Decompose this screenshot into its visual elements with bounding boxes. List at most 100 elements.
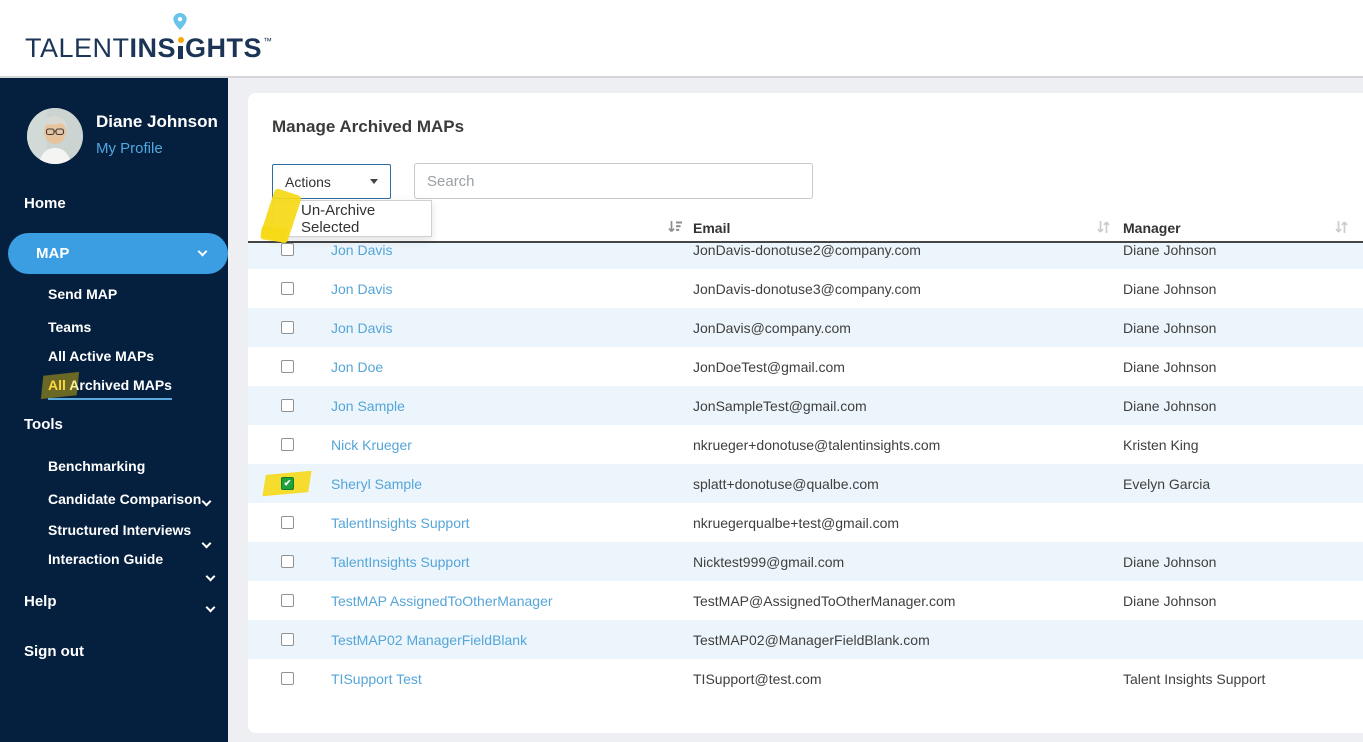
table-row: Jon Davis JonDavis-donotuse3@company.com… <box>248 269 1363 308</box>
manager-cell: Diane Johnson <box>1123 280 1217 297</box>
archived-maps-table: Name Email <box>248 215 1363 698</box>
manager-cell: Talent Insights Support <box>1123 670 1266 687</box>
email-cell: JonDavis-donotuse3@company.com <box>693 280 921 297</box>
sidebar-item-sign-out[interactable]: Sign out <box>24 643 84 660</box>
map-name-link[interactable]: Jon Sample <box>331 398 693 414</box>
table-row: TestMAP02 ManagerFieldBlank TestMAP02@Ma… <box>248 620 1363 659</box>
map-name-link[interactable]: TestMAP AssignedToOtherManager <box>331 593 693 609</box>
search-input[interactable] <box>414 163 813 199</box>
user-name: Diane Johnson <box>96 112 218 131</box>
email-cell: TISupport@test.com <box>693 670 822 687</box>
map-name-link[interactable]: Jon Davis <box>331 281 693 297</box>
logo-text-bold-pre: INS <box>129 33 177 63</box>
chevron-down-icon <box>197 246 208 257</box>
sidebar-item-candidate-comparison[interactable]: Candidate Comparison <box>48 491 201 507</box>
email-cell: TestMAP@AssignedToOtherManager.com <box>693 592 956 609</box>
row-checkbox[interactable] <box>281 282 294 295</box>
map-name-link[interactable]: TestMAP02 ManagerFieldBlank <box>331 632 693 648</box>
row-checkbox[interactable] <box>281 360 294 373</box>
row-checkbox[interactable] <box>281 672 294 685</box>
sidebar-item-teams[interactable]: Teams <box>48 319 91 335</box>
dropdown-caret-icon <box>370 179 378 184</box>
table-row: Jon Sample JonSampleTest@gmail.com Diane… <box>248 386 1363 425</box>
map-name-link[interactable]: TISupport Test <box>331 671 693 687</box>
sidebar-item-home[interactable]: Home <box>24 195 66 212</box>
table-row: Nick Krueger nkrueger+donotuse@talentins… <box>248 425 1363 464</box>
manager-cell: Kristen King <box>1123 436 1199 453</box>
sidebar-item-send-map[interactable]: Send MAP <box>48 286 117 302</box>
email-cell: JonSampleTest@gmail.com <box>693 397 867 414</box>
sidebar-item-all-archived-maps[interactable]: All Archived MAPs <box>40 371 172 400</box>
sidebar-item-benchmarking[interactable]: Benchmarking <box>48 458 145 474</box>
menu-item-unarchive-selected[interactable]: Un-Archive Selected <box>301 202 431 236</box>
row-checkbox-checked[interactable]: ✔ <box>281 477 294 490</box>
map-name-link[interactable]: Jon Doe <box>331 359 693 375</box>
logo-i-dot <box>178 37 185 43</box>
map-name-link[interactable]: Nick Krueger <box>331 437 693 453</box>
main-content: Manage Archived MAPs Actions Un-Archive … <box>228 80 1363 742</box>
row-checkbox[interactable] <box>281 633 294 646</box>
email-cell: JonDoeTest@gmail.com <box>693 358 845 375</box>
map-name-link[interactable]: TalentInsights Support <box>331 515 693 531</box>
manager-cell: Diane Johnson <box>1123 358 1217 375</box>
all-archived-maps-label: All Archived MAPs <box>40 371 172 400</box>
content-card: Manage Archived MAPs Actions Un-Archive … <box>248 93 1363 733</box>
manager-cell: Diane Johnson <box>1123 243 1217 258</box>
sidebar-item-all-active-maps[interactable]: All Active MAPs <box>48 348 154 364</box>
trademark-symbol: ™ <box>263 36 273 46</box>
sidebar: Diane Johnson My Profile Home MAP Send M… <box>0 78 228 742</box>
email-cell: nkrueger+donotuse@talentinsights.com <box>693 436 941 453</box>
row-checkbox[interactable] <box>281 516 294 529</box>
check-icon: ✔ <box>283 478 292 488</box>
header-manager[interactable]: Manager <box>1123 215 1363 241</box>
map-name-link[interactable]: Sheryl Sample <box>331 476 693 492</box>
manager-cell: Diane Johnson <box>1123 319 1217 336</box>
map-pin-icon <box>173 13 187 35</box>
row-checkbox[interactable] <box>281 438 294 451</box>
actions-label: Actions <box>285 173 331 190</box>
table-row: TalentInsights Support nkruegerqualbe+te… <box>248 503 1363 542</box>
row-checkbox[interactable] <box>281 555 294 568</box>
page-title: Manage Archived MAPs <box>272 117 465 136</box>
row-checkbox[interactable] <box>281 399 294 412</box>
manager-cell: Diane Johnson <box>1123 397 1217 414</box>
table-row: TalentInsights Support Nicktest999@gmail… <box>248 542 1363 581</box>
table-row: Jon Davis JonDavis-donotuse2@company.com… <box>248 243 1363 269</box>
actions-dropdown-menu: Un-Archive Selected <box>259 187 432 245</box>
sort-both-icon[interactable] <box>1334 219 1349 238</box>
talentinsights-logo: TALENT INS GHTS ™ <box>25 13 273 63</box>
table-row-selected: ✔ Sheryl Sample splatt+donotuse@qualbe.c… <box>248 464 1363 503</box>
sort-both-icon[interactable] <box>1096 219 1111 238</box>
manager-cell: Diane Johnson <box>1123 592 1217 609</box>
email-cell: TestMAP02@ManagerFieldBlank.com <box>693 631 930 648</box>
sidebar-item-help[interactable]: Help <box>24 593 57 610</box>
sort-descending-icon[interactable] <box>667 219 683 238</box>
chevron-down-icon <box>205 571 216 582</box>
sidebar-item-tools[interactable]: Tools <box>24 416 63 433</box>
row-checkbox[interactable] <box>281 243 294 256</box>
manager-cell: Diane Johnson <box>1123 553 1217 570</box>
row-checkbox[interactable] <box>281 594 294 607</box>
sidebar-item-interaction-guide[interactable]: Interaction Guide <box>48 551 163 567</box>
map-name-link[interactable]: Jon Davis <box>331 243 693 258</box>
sidebar-item-map[interactable]: MAP <box>8 233 228 274</box>
logo-text-regular: TALENT <box>25 33 130 63</box>
logo-i-stem <box>178 46 184 59</box>
logo-letter-i <box>173 13 187 60</box>
avatar[interactable] <box>27 108 83 164</box>
top-bar: TALENT INS GHTS ™ <box>0 0 1363 78</box>
sidebar-item-structured-interviews[interactable]: Structured Interviews <box>48 522 191 538</box>
table-row: Jon Doe JonDoeTest@gmail.com Diane Johns… <box>248 347 1363 386</box>
map-name-link[interactable]: Jon Davis <box>331 320 693 336</box>
email-cell: JonDavis@company.com <box>693 319 851 336</box>
row-checkbox[interactable] <box>281 321 294 334</box>
my-profile-link[interactable]: My Profile <box>96 140 163 157</box>
chevron-down-icon <box>201 538 212 549</box>
email-cell: Nicktest999@gmail.com <box>693 553 845 570</box>
chevron-down-icon <box>201 496 212 507</box>
header-email[interactable]: Email <box>693 215 1123 241</box>
table-row: Jon Davis JonDavis@company.com Diane Joh… <box>248 308 1363 347</box>
table-row: TestMAP AssignedToOtherManager TestMAP@A… <box>248 581 1363 620</box>
map-name-link[interactable]: TalentInsights Support <box>331 554 693 570</box>
email-cell: splatt+donotuse@qualbe.com <box>693 475 879 492</box>
